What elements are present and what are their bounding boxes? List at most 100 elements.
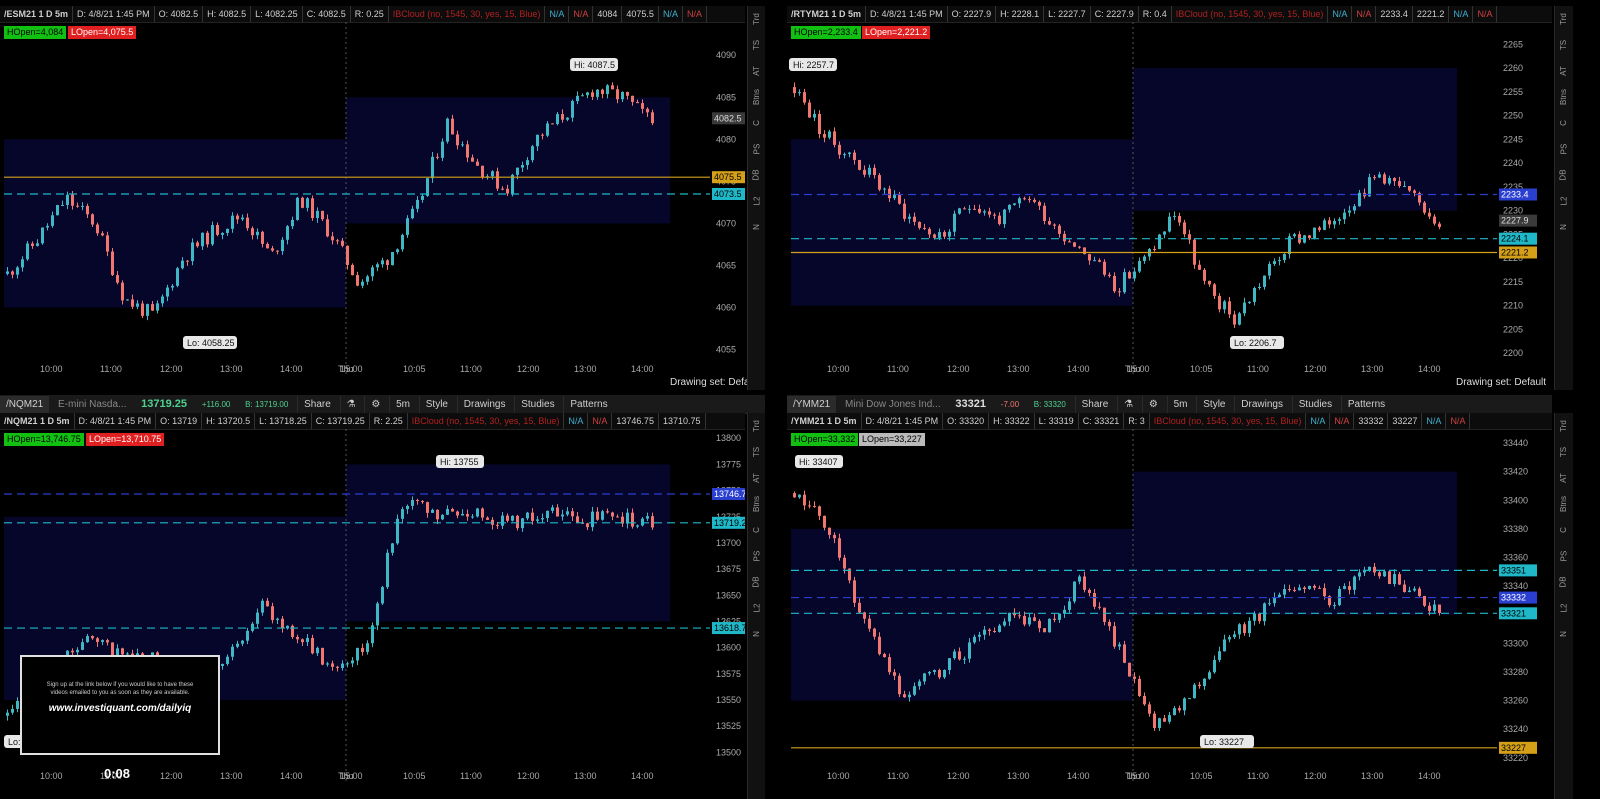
side-tab-btns[interactable]: Btns (748, 491, 765, 517)
side-tab-at[interactable]: AT (1555, 465, 1573, 491)
interval-button[interactable]: 5m (389, 396, 416, 413)
candle (301, 639, 304, 643)
style-button[interactable]: Style (1196, 396, 1231, 413)
drawing-set-label[interactable]: Drawing set: Default (1456, 376, 1546, 390)
drawings-button[interactable]: Drawings (456, 396, 512, 413)
candle (586, 523, 589, 528)
candle (406, 218, 409, 235)
side-tab-c[interactable]: C (748, 110, 765, 136)
candle (988, 211, 991, 215)
candle (381, 587, 384, 604)
flask-icon[interactable]: ⚗ (339, 396, 362, 413)
side-tab-at[interactable]: AT (748, 465, 765, 491)
side-tab-db[interactable]: DB (1555, 162, 1573, 188)
candle (833, 131, 836, 145)
candle (1143, 695, 1146, 705)
side-tab-c[interactable]: C (1555, 517, 1573, 543)
studies-button[interactable]: Studies (1291, 396, 1338, 413)
drawings-button[interactable]: Drawings (1234, 396, 1289, 413)
side-tabs[interactable]: Trd TS AT Btns C PS DB L2 N (747, 6, 765, 390)
flask-icon[interactable]: ⚗ (1117, 396, 1139, 413)
interval-button[interactable]: 5m (1166, 396, 1194, 413)
promo-url[interactable]: www.investiquant.com/dailyiq (22, 703, 218, 714)
side-tab-trd[interactable]: Trd (748, 6, 765, 32)
style-button[interactable]: Style (418, 396, 454, 413)
symbol-selector[interactable]: /YMM21 (787, 396, 837, 413)
patterns-button[interactable]: Patterns (1340, 396, 1391, 413)
symbol-description: Mini Dow Jones Ind... (845, 399, 941, 410)
side-tab-trd[interactable]: Trd (1555, 413, 1573, 439)
candle (1223, 639, 1226, 652)
promo-overlay[interactable]: Sign up at the link below if you would l… (20, 655, 220, 755)
candle (883, 188, 886, 190)
info-field: N/A (1422, 413, 1447, 429)
gear-icon[interactable]: ⚙ (1141, 396, 1164, 413)
side-tab-c[interactable]: C (1555, 110, 1573, 136)
side-tab-db[interactable]: DB (1555, 569, 1573, 595)
side-tab-btns[interactable]: Btns (1555, 491, 1573, 517)
side-tab-ts[interactable]: TS (748, 32, 765, 58)
candle (1208, 672, 1211, 679)
chart-pane-esm21[interactable]: /ESM21 1 D 5m D: 4/8/21 1:45 PM O: 4082.5 H… (0, 6, 765, 390)
candle (1363, 570, 1366, 573)
side-tab-at[interactable]: AT (1555, 58, 1573, 84)
side-tab-btns[interactable]: Btns (748, 84, 765, 110)
patterns-button[interactable]: Patterns (563, 396, 613, 413)
side-tab-ps[interactable]: PS (1555, 543, 1573, 569)
candle (546, 510, 549, 519)
candle (561, 514, 564, 517)
side-tab-n[interactable]: N (1555, 621, 1573, 647)
x-tick-label: 14:00 (1418, 364, 1441, 374)
candle (256, 612, 259, 624)
side-tab-n[interactable]: N (1555, 214, 1573, 240)
net-change: -7.00 (1000, 400, 1020, 409)
candle (1133, 676, 1136, 679)
side-tab-ts[interactable]: TS (1555, 32, 1573, 58)
side-tab-l2[interactable]: L2 (748, 595, 765, 621)
side-tab-db[interactable]: DB (748, 569, 765, 595)
chart-pane-ymm21[interactable]: /YMM21 Mini Dow Jones Ind... 33321 -7.00… (787, 395, 1600, 799)
side-tab-trd[interactable]: Trd (1555, 6, 1573, 32)
candle (1008, 204, 1011, 210)
share-button[interactable]: Share (297, 396, 337, 413)
studies-button[interactable]: Studies (514, 396, 560, 413)
side-tab-n[interactable]: N (748, 214, 765, 240)
side-tab-btns[interactable]: Btns (1555, 84, 1573, 110)
x-tick-label: 13:00 (574, 364, 597, 374)
chart-pane-rtym21[interactable]: /RTYM21 1 D 5m D: 4/8/21 1:45 PM O: 2227.9… (787, 6, 1600, 390)
candle (1238, 624, 1241, 635)
side-tab-ps[interactable]: PS (748, 543, 765, 569)
symbol-selector[interactable]: /NQM21 (0, 396, 50, 413)
price-chart[interactable]: 3344033420334003338033360333403332033300… (787, 429, 1552, 799)
price-chart[interactable]: 2265226022552250224522402235223022252220… (787, 22, 1552, 390)
candle (828, 131, 831, 138)
side-tab-n[interactable]: N (748, 621, 765, 647)
share-button[interactable]: Share (1074, 396, 1115, 413)
side-tab-ts[interactable]: TS (1555, 439, 1573, 465)
side-tab-l2[interactable]: L2 (1555, 595, 1573, 621)
side-tab-at[interactable]: AT (748, 58, 765, 84)
candle (351, 264, 354, 276)
side-tab-ts[interactable]: TS (748, 439, 765, 465)
side-tab-l2[interactable]: L2 (1555, 188, 1573, 214)
candle (606, 85, 609, 95)
candle (1108, 274, 1111, 276)
side-tab-trd[interactable]: Trd (748, 413, 765, 439)
gear-icon[interactable]: ⚙ (364, 396, 386, 413)
candle (221, 232, 224, 235)
candle (858, 159, 861, 170)
candle (101, 640, 104, 642)
side-tabs[interactable]: Trd TS AT Btns C PS DB L2 N (747, 413, 765, 799)
side-tab-ps[interactable]: PS (1555, 136, 1573, 162)
y-tick-label: 4065 (716, 260, 736, 270)
side-tab-l2[interactable]: L2 (748, 188, 765, 214)
candle (276, 618, 279, 621)
candle (331, 663, 334, 667)
side-tab-ps[interactable]: PS (748, 136, 765, 162)
side-tabs[interactable]: Trd TS AT Btns C PS DB L2 N (1554, 6, 1573, 390)
side-tabs[interactable]: Trd TS AT Btns C PS DB L2 N (1554, 413, 1573, 799)
side-tab-db[interactable]: DB (748, 162, 765, 188)
side-tab-c[interactable]: C (748, 517, 765, 543)
price-chart[interactable]: 409040854080407540704065406040554082.540… (0, 22, 745, 390)
candle (51, 215, 54, 226)
